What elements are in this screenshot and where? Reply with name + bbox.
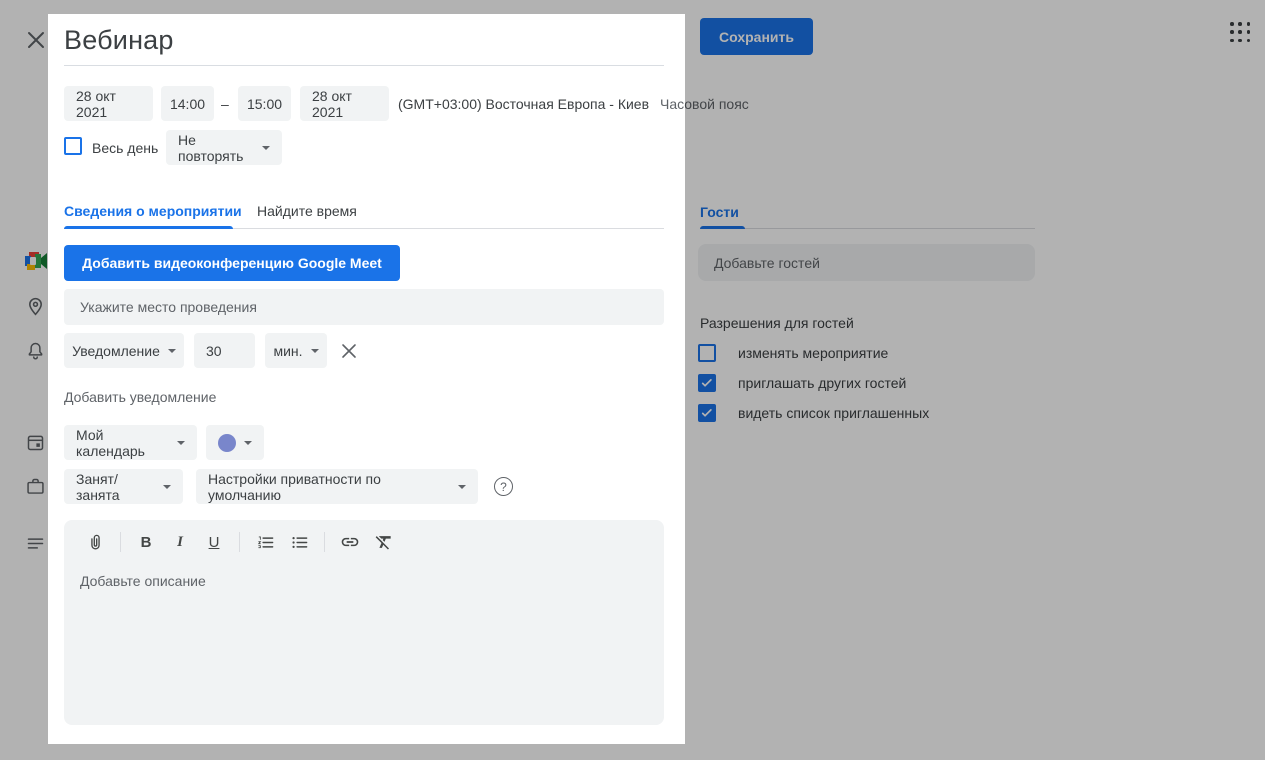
permission-row: изменять мероприятие — [698, 344, 888, 362]
tab-event-details[interactable]: Сведения о мероприятии — [64, 203, 242, 219]
event-color-dropdown[interactable] — [206, 425, 264, 460]
all-day-label: Весь день — [92, 130, 158, 165]
description-editor[interactable]: B I U — [64, 520, 664, 725]
help-icon[interactable]: ? — [494, 477, 513, 496]
calendar-name-value: Мой календарь — [76, 427, 169, 459]
italic-icon[interactable]: I — [165, 527, 195, 557]
end-time-chip[interactable]: 15:00 — [238, 86, 291, 121]
recurrence-dropdown[interactable]: Не повторять — [166, 130, 282, 165]
chevron-down-icon — [262, 146, 270, 150]
timezone-label: (GMT+03:00) Восточная Европа - Киев — [398, 86, 649, 121]
bulleted-list-icon[interactable] — [284, 527, 314, 557]
active-tab-indicator — [64, 226, 233, 229]
notification-type-value: Уведомление — [72, 343, 160, 359]
permission-label: изменять мероприятие — [738, 345, 888, 361]
recurrence-value: Не повторять — [178, 132, 254, 164]
add-google-meet-button[interactable]: Добавить видеоконференцию Google Meet — [64, 245, 400, 281]
insert-link-icon[interactable] — [335, 527, 365, 557]
chevron-down-icon — [168, 349, 176, 353]
notification-unit-dropdown[interactable]: мин. — [265, 333, 327, 368]
chevron-down-icon — [163, 485, 171, 489]
save-button[interactable]: Сохранить — [700, 18, 813, 55]
time-range-dash: – — [221, 86, 229, 121]
bell-icon — [25, 340, 47, 362]
timezone-button[interactable]: Часовой пояс — [660, 86, 749, 121]
permission-label: видеть список приглашенных — [738, 405, 929, 421]
see-guest-list-checkbox[interactable] — [698, 404, 716, 422]
tab-find-time[interactable]: Найдите время — [257, 203, 357, 219]
underline-icon[interactable]: U — [199, 527, 229, 557]
visibility-dropdown[interactable]: Настройки приватности по умолчанию — [196, 469, 478, 504]
all-day-checkbox[interactable] — [64, 137, 82, 155]
permission-row: приглашать других гостей — [698, 374, 906, 392]
calendar-icon — [25, 432, 47, 454]
permission-row: видеть список приглашенных — [698, 404, 929, 422]
remove-notification-icon[interactable] — [340, 342, 358, 360]
tab-guests[interactable]: Гости — [700, 204, 739, 220]
description-placeholder: Добавьте описание — [80, 573, 206, 589]
description-lines-icon — [25, 533, 47, 555]
clear-formatting-icon[interactable] — [369, 527, 399, 557]
busy-status-value: Занят/занята — [76, 471, 155, 503]
guests-active-indicator — [700, 226, 745, 229]
invite-others-checkbox[interactable] — [698, 374, 716, 392]
location-pin-icon — [25, 296, 47, 318]
chevron-down-icon — [177, 441, 185, 445]
notification-unit-value: мин. — [273, 343, 302, 359]
notification-minutes-input[interactable]: 30 — [194, 333, 255, 368]
chevron-down-icon — [244, 441, 252, 445]
google-apps-grid-icon[interactable] — [1230, 22, 1251, 43]
bold-icon[interactable]: B — [131, 527, 161, 557]
event-edit-page: Вебинар 28 окт 2021 14:00 – 15:00 28 окт… — [0, 0, 1265, 760]
end-date-chip[interactable]: 28 окт 2021 — [300, 86, 389, 121]
add-guests-input[interactable]: Добавьте гостей — [698, 244, 1035, 281]
modify-event-checkbox[interactable] — [698, 344, 716, 362]
editor-toolbar: B I U — [64, 520, 664, 564]
toolbar-divider — [120, 532, 121, 552]
attach-file-icon[interactable] — [80, 527, 110, 557]
start-time-chip[interactable]: 14:00 — [161, 86, 214, 121]
add-notification-link[interactable]: Добавить уведомление — [64, 389, 216, 405]
event-title-input[interactable]: Вебинар — [64, 25, 174, 56]
visibility-value: Настройки приватности по умолчанию — [208, 471, 450, 503]
numbered-list-icon[interactable] — [250, 527, 280, 557]
google-meet-icon — [25, 252, 47, 274]
close-icon[interactable] — [26, 30, 46, 50]
briefcase-icon — [25, 476, 47, 498]
title-underline — [64, 65, 664, 66]
guest-permissions-title: Разрешения для гостей — [700, 315, 854, 331]
guests-tab-line — [700, 228, 1035, 229]
permission-label: приглашать других гостей — [738, 375, 906, 391]
start-date-chip[interactable]: 28 окт 2021 — [64, 86, 153, 121]
toolbar-divider — [324, 532, 325, 552]
calendar-dropdown[interactable]: Мой календарь — [64, 425, 197, 460]
chevron-down-icon — [458, 485, 466, 489]
calendar-color-dot — [218, 434, 236, 452]
busy-status-dropdown[interactable]: Занят/занята — [64, 469, 183, 504]
notification-type-dropdown[interactable]: Уведомление — [64, 333, 184, 368]
toolbar-divider — [239, 532, 240, 552]
location-input[interactable]: Укажите место проведения — [64, 289, 664, 325]
chevron-down-icon — [311, 349, 319, 353]
